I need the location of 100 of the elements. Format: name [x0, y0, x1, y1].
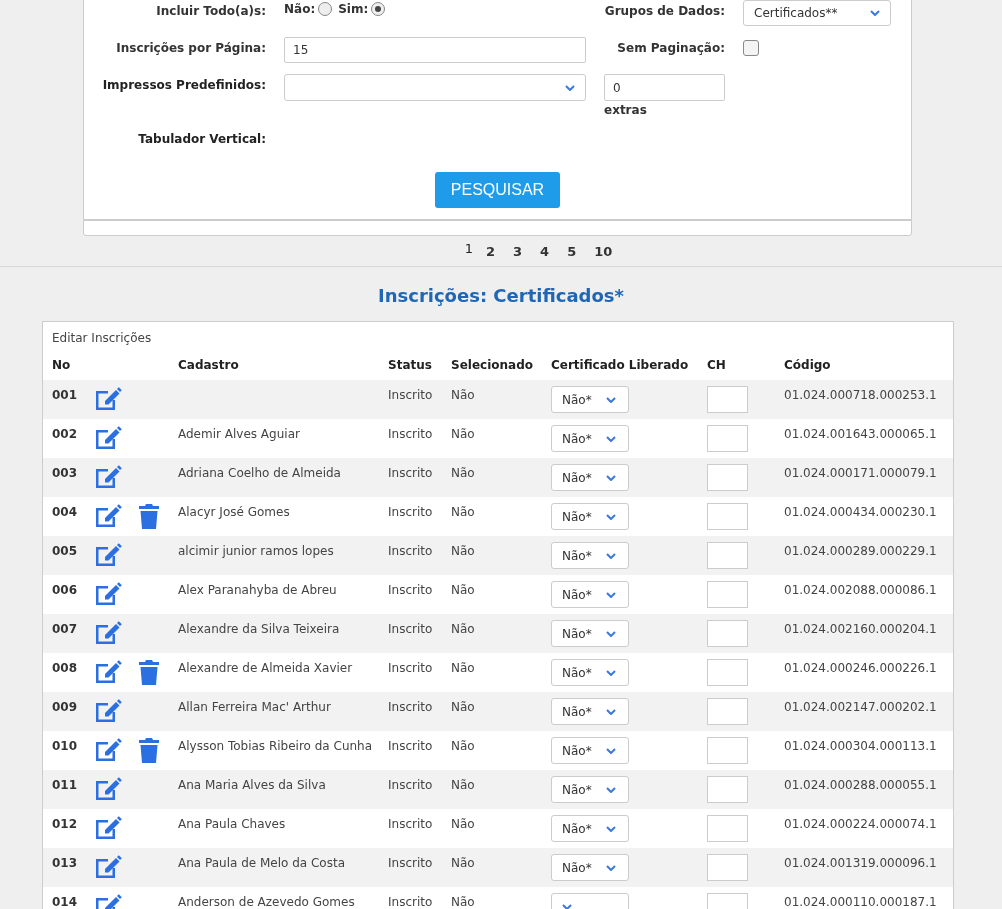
column-header: No — [52, 358, 72, 372]
column-header: Status — [388, 358, 433, 372]
table-cell-text: Allan Ferreira Mac' Arthur — [178, 699, 332, 714]
table-cell-text: 01.024.001643.000065.1 — [784, 426, 938, 441]
edit-icon[interactable] — [94, 815, 122, 841]
table-cell-text: Inscrito — [388, 894, 434, 909]
table-cell-text: Alexandre da Silva Teixeira — [178, 621, 341, 636]
row-number: 006 — [52, 582, 79, 597]
edit-icon[interactable] — [94, 737, 122, 763]
row-number: 010 — [52, 738, 79, 753]
released-select[interactable]: Não* — [551, 815, 629, 842]
table-cell-text: Não — [451, 621, 476, 636]
chevron-icon — [605, 669, 616, 676]
extras-label: extras — [604, 103, 648, 117]
released-select[interactable]: Não* — [551, 464, 629, 491]
row-number: 011 — [52, 777, 79, 792]
extras-field[interactable]: 0 — [604, 74, 725, 101]
edit-icon[interactable] — [94, 776, 122, 802]
ch-field[interactable] — [707, 503, 748, 530]
data-groups-select[interactable]: Certificados** — [743, 0, 891, 26]
ch-field[interactable] — [707, 425, 748, 452]
table-cell-text: Inscrito — [388, 621, 434, 636]
ch-field[interactable] — [707, 698, 748, 725]
table-cell-text: Não — [451, 504, 476, 519]
include-all-label: Incluir Todo(a)s: — [155, 3, 266, 18]
ch-field[interactable] — [707, 854, 748, 881]
page-link[interactable]: 5 — [558, 243, 586, 259]
chevron-icon — [605, 435, 616, 442]
page-link[interactable]: 10 — [585, 243, 622, 259]
released-select[interactable]: Não* — [551, 503, 629, 530]
table-cell-text: Não — [451, 816, 476, 831]
no-pagination-label: Sem Paginação: — [616, 40, 725, 55]
released-select[interactable]: Não* — [551, 659, 629, 686]
row-number: 009 — [52, 699, 79, 714]
column-header: Cadastro — [178, 358, 240, 372]
table-cell-text: 01.024.001319.000096.1 — [784, 855, 938, 870]
trash-icon[interactable] — [138, 503, 160, 529]
ch-field[interactable] — [707, 464, 748, 491]
released-select[interactable]: Não* — [551, 542, 629, 569]
edit-icon[interactable] — [94, 542, 122, 568]
ch-field[interactable] — [707, 815, 748, 842]
released-select[interactable]: Não* — [551, 737, 629, 764]
released-select[interactable]: Não* — [551, 854, 629, 881]
row-number: 004 — [52, 504, 79, 519]
ch-field[interactable] — [707, 581, 748, 608]
ch-field[interactable] — [707, 542, 748, 569]
page-link[interactable]: 3 — [504, 243, 532, 259]
table-cell-text: Não — [451, 699, 476, 714]
released-select[interactable]: Não* — [551, 698, 629, 725]
edit-icon[interactable] — [94, 425, 122, 451]
vertical-tab-label: Tabulador Vertical: — [137, 131, 266, 146]
page-link[interactable]: 4 — [531, 243, 559, 259]
table-cell-text: Não — [451, 387, 476, 402]
edit-icon[interactable] — [94, 698, 122, 724]
edit-icon[interactable] — [94, 659, 122, 685]
ch-field[interactable] — [707, 659, 748, 686]
trash-icon[interactable] — [138, 659, 160, 685]
edit-icon[interactable] — [94, 581, 122, 607]
data-groups-label: Grupos de Dados: — [604, 3, 725, 18]
edit-icon[interactable] — [94, 386, 122, 412]
checkbox[interactable] — [743, 40, 759, 56]
edit-icon[interactable] — [94, 620, 122, 646]
page-link[interactable]: 2 — [477, 243, 505, 259]
released-select[interactable]: Não* — [551, 425, 629, 452]
chevron-icon — [605, 864, 616, 871]
table-cell-text: 01.024.002088.000086.1 — [784, 582, 938, 597]
ch-field[interactable] — [707, 737, 748, 764]
table-cell-text: Inscrito — [388, 465, 434, 480]
released-select[interactable]: Não* — [551, 776, 629, 803]
table-cell-text: Inscrito — [388, 387, 434, 402]
edit-icon[interactable] — [94, 503, 122, 529]
trash-icon[interactable] — [138, 737, 160, 763]
ch-field[interactable] — [707, 776, 748, 803]
section-title: Inscrições: Certificados* — [377, 285, 625, 306]
released-select[interactable]: Não* — [551, 581, 629, 608]
ch-field[interactable] — [707, 386, 748, 413]
table-cell-text: Inscrito — [388, 855, 434, 870]
row-number: 008 — [52, 660, 79, 675]
radio-button[interactable] — [371, 2, 386, 16]
row-number: 002 — [52, 426, 79, 441]
table-cell-text: 01.024.000171.000079.1 — [784, 465, 938, 480]
radio-button[interactable] — [318, 2, 333, 16]
ch-field[interactable] — [707, 620, 748, 647]
per-page-field[interactable]: 15 — [284, 37, 586, 63]
chevron-icon — [605, 513, 616, 520]
row-number: 003 — [52, 465, 79, 480]
released-select[interactable]: Não* — [551, 620, 629, 647]
edit-icon[interactable] — [94, 464, 122, 490]
chevron-icon — [605, 630, 616, 637]
row-number: 014 — [52, 894, 79, 909]
edit-icon[interactable] — [94, 854, 122, 880]
page-link[interactable]: 1 — [460, 240, 477, 256]
table-cell-text: 01.024.002160.000204.1 — [784, 621, 938, 636]
released-select[interactable]: Não* — [551, 386, 629, 413]
per-page-label: Inscrições por Página: — [115, 40, 266, 55]
table-cell-text: Não — [451, 582, 476, 597]
chevron-icon — [605, 747, 616, 754]
table-cell-text: Inscrito — [388, 504, 434, 519]
preset-prints-label: Impressos Predefinidos: — [101, 77, 266, 92]
table-cell-text: Ana Paula de Melo da Costa — [178, 855, 346, 870]
